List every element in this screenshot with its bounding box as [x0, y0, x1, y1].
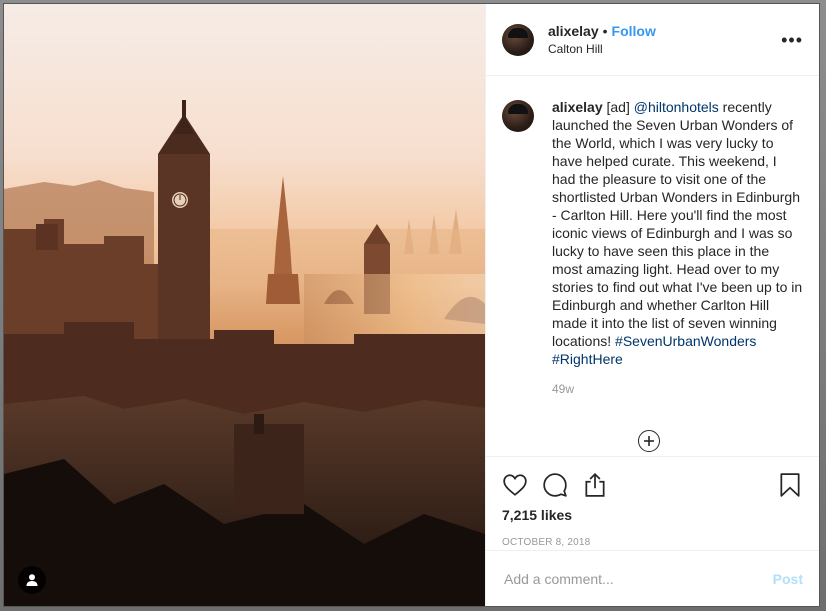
user-tag-button[interactable] — [18, 566, 46, 594]
follow-button[interactable]: Follow — [612, 23, 656, 39]
header-text: alixelay • Follow Calton Hill — [548, 23, 781, 56]
comment-form: Post — [486, 550, 819, 606]
post-modal: alixelay • Follow Calton Hill ••• alixelay… — [4, 4, 819, 606]
bookmark-icon[interactable] — [777, 472, 803, 498]
user-icon — [26, 574, 38, 586]
separator-dot: • — [602, 23, 608, 39]
edinburgh-skyline-image — [4, 4, 485, 606]
share-icon[interactable] — [582, 472, 608, 498]
post-date[interactable]: OCTOBER 8, 2018 — [502, 537, 803, 548]
comment-icon[interactable] — [542, 472, 568, 498]
action-icons — [502, 465, 803, 505]
caption-username-link[interactable]: alixelay — [552, 99, 603, 115]
post-comment-button[interactable]: Post — [773, 571, 803, 587]
load-more-comments-button[interactable] — [638, 430, 660, 452]
username-link[interactable]: alixelay — [548, 23, 599, 39]
post-header: alixelay • Follow Calton Hill ••• — [486, 4, 819, 76]
caption-avatar[interactable] — [502, 100, 534, 132]
action-bar: 7,215 likes OCTOBER 8, 2018 — [486, 456, 819, 550]
caption: alixelay [ad] @hiltonhotels recently lau… — [502, 98, 803, 368]
plus-circle-icon — [644, 436, 654, 446]
caption-body: recently launched the Seven Urban Wonder… — [552, 99, 803, 349]
comment-input[interactable] — [502, 569, 773, 588]
post-age[interactable]: 49w — [552, 382, 803, 396]
likes-count[interactable]: 7,215 likes — [502, 507, 803, 523]
header-row: alixelay • Follow — [548, 23, 781, 39]
heart-icon[interactable] — [502, 472, 528, 498]
hashtag-link[interactable]: #RightHere — [552, 351, 623, 367]
more-options-icon[interactable]: ••• — [781, 31, 803, 49]
hashtag-link[interactable]: #SevenUrbanWonders — [615, 333, 756, 349]
location-link[interactable]: Calton Hill — [548, 42, 781, 56]
avatar[interactable] — [502, 23, 534, 56]
caption-text: alixelay [ad] @hiltonhotels recently lau… — [552, 98, 803, 368]
mention-link[interactable]: @hiltonhotels — [634, 99, 719, 115]
post-side-panel: alixelay • Follow Calton Hill ••• alixelay… — [485, 4, 819, 606]
post-photo[interactable] — [4, 4, 485, 606]
ad-tag: [ad] — [606, 99, 630, 115]
comments-area: alixelay [ad] @hiltonhotels recently lau… — [486, 76, 819, 456]
